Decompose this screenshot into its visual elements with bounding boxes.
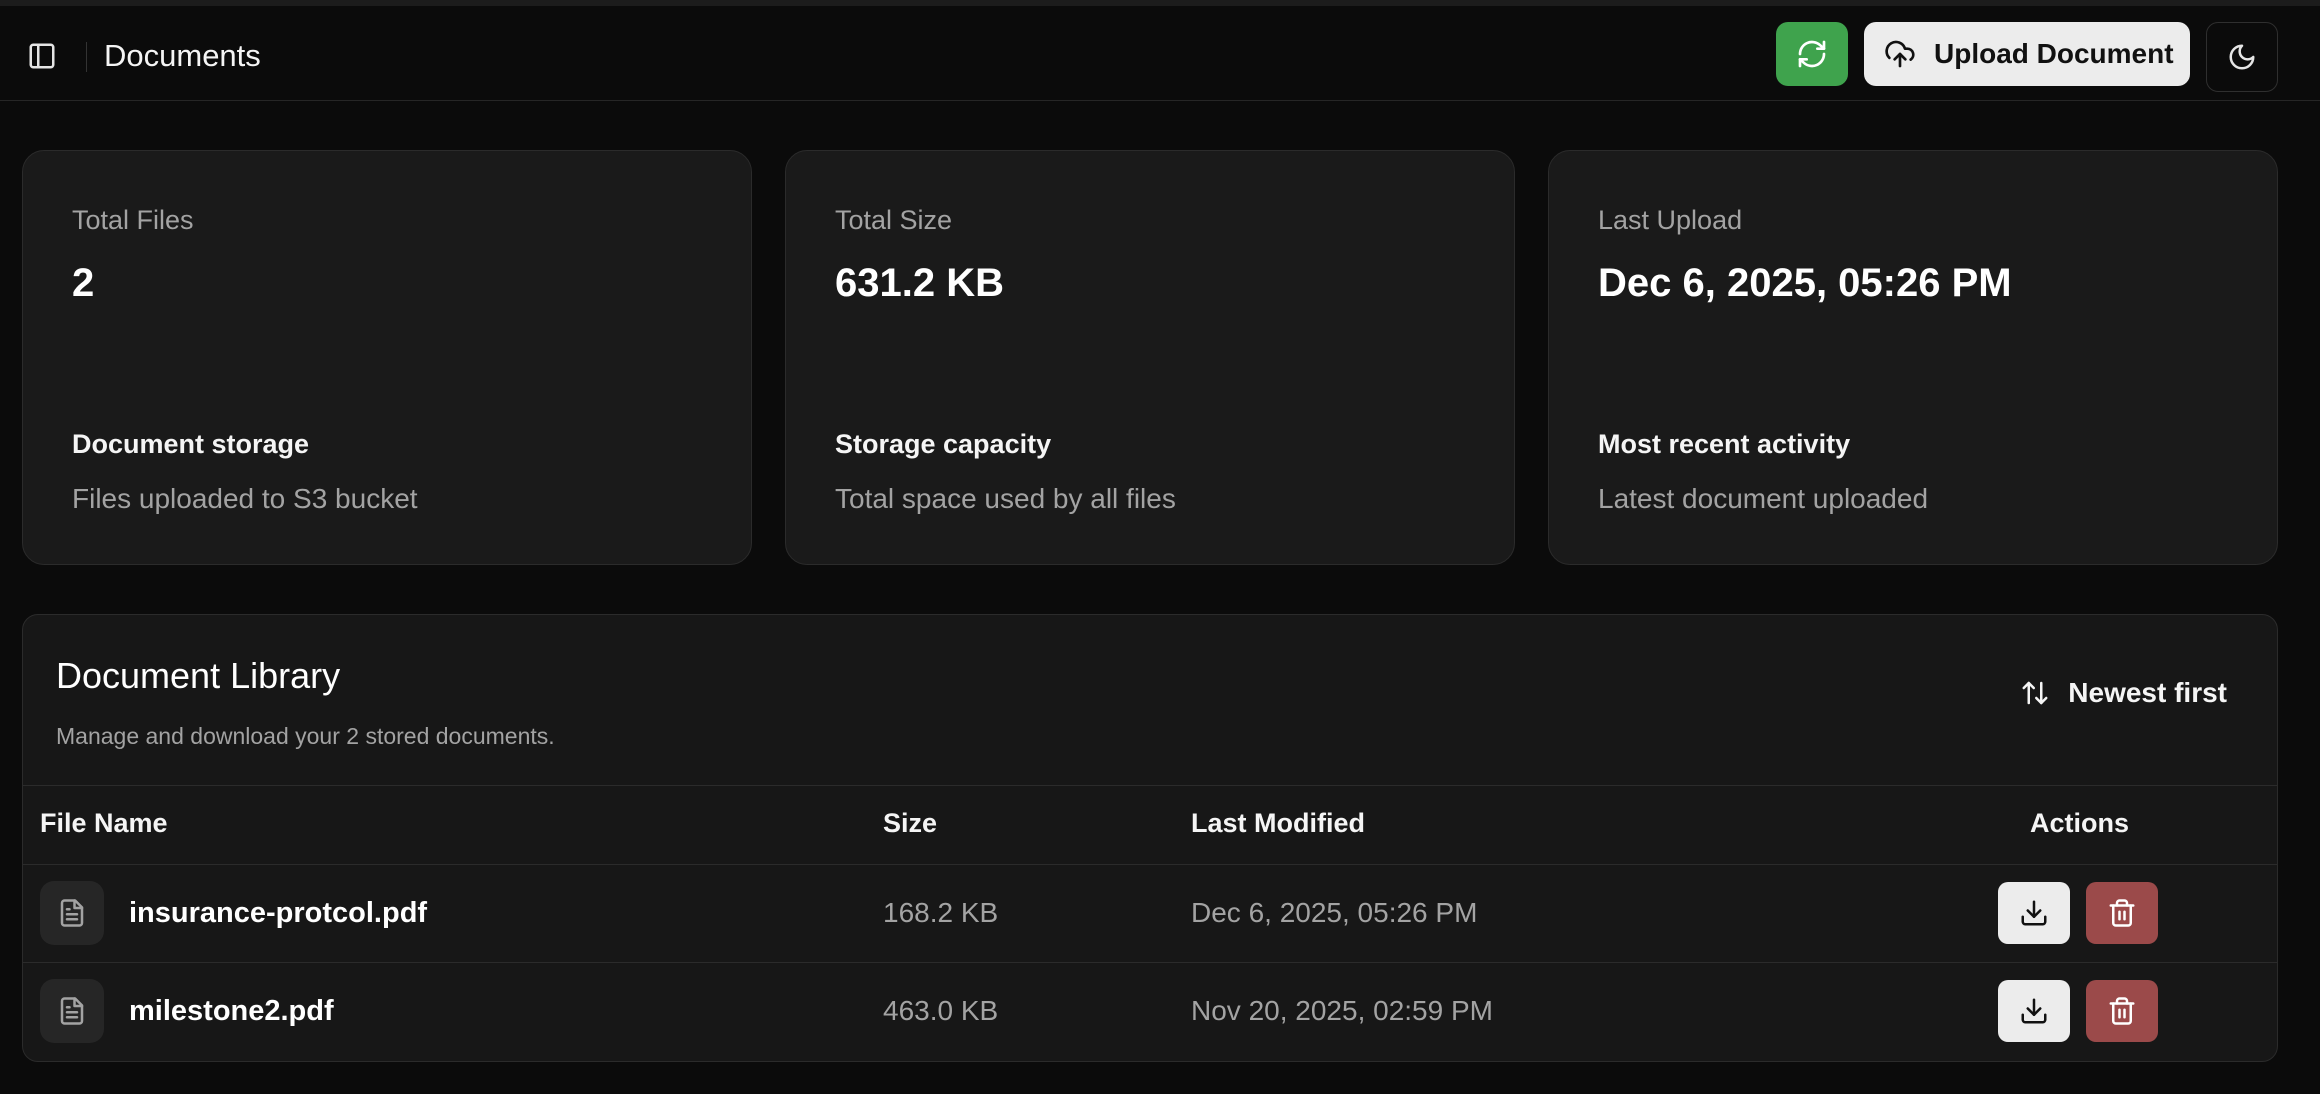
stat-value: Dec 6, 2025, 05:26 PM <box>1598 261 2012 305</box>
download-button[interactable] <box>1998 882 2070 944</box>
download-icon <box>2021 900 2047 926</box>
stat-subtitle: Document storage <box>72 429 310 459</box>
theme-toggle-button[interactable] <box>2206 22 2278 92</box>
sort-arrows-icon <box>2022 681 2048 705</box>
column-header-last-modified: Last Modified <box>1191 808 1365 838</box>
trash-icon <box>2109 899 2135 927</box>
column-header-size: Size <box>883 808 938 838</box>
sort-button[interactable]: Newest first <box>2020 677 2227 709</box>
download-button[interactable] <box>1998 980 2070 1042</box>
column-header-actions: Actions <box>2030 808 2130 838</box>
upload-document-label: Upload Document <box>1934 38 2174 69</box>
trash-icon <box>2109 997 2135 1025</box>
sidebar-toggle-icon <box>29 43 55 69</box>
table-row: insurance-protcol.pdf 168.2 KB Dec 6, 20… <box>23 865 2277 963</box>
stat-subtitle: Most recent activity <box>1598 429 1851 459</box>
file-name: insurance-protcol.pdf <box>129 897 428 929</box>
sidebar-toggle-button[interactable] <box>22 36 62 76</box>
column-header-file-name: File Name <box>40 808 168 838</box>
stat-label: Last Upload <box>1598 205 1743 235</box>
stat-label: Total Files <box>72 205 194 235</box>
download-icon <box>2021 998 2047 1024</box>
stat-value: 631.2 KB <box>835 261 1004 305</box>
header-divider <box>86 42 87 72</box>
stat-subtitle: Storage capacity <box>835 429 1052 459</box>
file-text-icon <box>40 979 104 1043</box>
table-header: File Name Size Last Modified Actions <box>23 785 2277 865</box>
table-row: milestone2.pdf 463.0 KB Nov 20, 2025, 02… <box>23 963 2277 1061</box>
file-modified: Nov 20, 2025, 02:59 PM <box>1191 995 1493 1026</box>
stat-card-total-files: Total Files 2 Document storage Files upl… <box>22 150 752 565</box>
file-size: 168.2 KB <box>883 897 999 928</box>
stat-card-last-upload: Last Upload Dec 6, 2025, 05:26 PM Most r… <box>1548 150 2278 565</box>
file-name: milestone2.pdf <box>129 995 334 1027</box>
stat-description: Total space used by all files <box>835 483 1176 514</box>
sort-label: Newest first <box>2068 677 2227 708</box>
moon-icon <box>2229 44 2255 70</box>
stat-description: Latest document uploaded <box>1598 483 1929 514</box>
stat-description: Files uploaded to S3 bucket <box>72 483 418 514</box>
upload-document-button[interactable]: Upload Document <box>1864 22 2190 86</box>
library-description: Manage and download your 2 stored docume… <box>56 723 555 749</box>
file-size: 463.0 KB <box>883 995 999 1026</box>
delete-button[interactable] <box>2086 882 2158 944</box>
delete-button[interactable] <box>2086 980 2158 1042</box>
stat-value: 2 <box>72 261 95 305</box>
document-library-panel: Document Library Manage and download you… <box>22 614 2278 1062</box>
refresh-button[interactable] <box>1776 22 1848 86</box>
stat-label: Total Size <box>835 205 953 235</box>
file-text-icon <box>40 881 104 945</box>
file-modified: Dec 6, 2025, 05:26 PM <box>1191 897 1478 928</box>
refresh-icon <box>1798 40 1826 68</box>
top-header: Documents Upload Document <box>0 6 2320 101</box>
cloud-upload-icon <box>1884 38 1916 70</box>
page-title: Documents <box>104 38 261 73</box>
library-title: Document Library <box>56 655 341 696</box>
stat-card-total-size: Total Size 631.2 KB Storage capacity Tot… <box>785 150 1515 565</box>
